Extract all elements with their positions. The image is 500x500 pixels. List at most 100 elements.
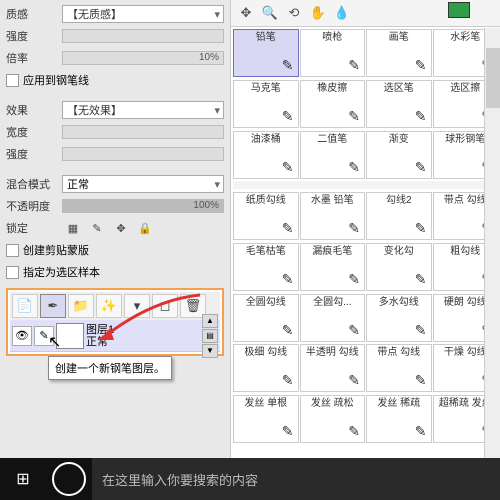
brush-item[interactable]: 二值笔 ✎ — [300, 131, 366, 179]
blend-select[interactable]: 正常 — [62, 175, 224, 193]
lock-alpha-icon[interactable]: ▦ — [66, 221, 80, 235]
brush-name: 漏痕毛笔 — [312, 246, 352, 257]
brush-item[interactable]: 选区笔✎ — [366, 80, 432, 128]
new-folder-button[interactable]: 📁 — [68, 294, 94, 318]
brush-item[interactable]: 发丝 疏松 ✎ — [300, 395, 366, 443]
layer-info: 图层1 正常 — [86, 324, 200, 348]
zoom-tool-icon[interactable]: 🔍 — [261, 4, 279, 22]
lock-label: 锁定 — [6, 220, 58, 236]
brush-item[interactable]: 带点 勾线✎ — [366, 344, 432, 392]
new-pen-layer-button[interactable]: ✒ — [40, 294, 66, 318]
brush-name: 发丝 疏松 — [311, 398, 354, 409]
layer-mode: 正常 — [86, 336, 200, 348]
layer-menu-button[interactable]: ▤ — [202, 329, 218, 343]
effect-select[interactable]: 【无效果】 — [62, 101, 224, 119]
move-tool-icon[interactable]: ✥ — [237, 4, 255, 22]
layers-panel: 📄 ✒ 📁 ✨ ▾ ◻ 🗑 👁 ✎ 图层1 正常 — [6, 288, 224, 356]
opacity-slider[interactable]: 100% — [62, 199, 224, 213]
texture-select[interactable]: 【无质感】 — [62, 5, 224, 23]
brush-name: 干燥 勾线 — [444, 347, 487, 358]
layer-mask-button[interactable]: ✨ — [96, 294, 122, 318]
brush-item[interactable]: 漏痕毛笔✎ — [300, 243, 366, 291]
rotate-tool-icon[interactable]: ⟲ — [285, 4, 303, 22]
brush-item[interactable]: 极细 勾线✎ — [233, 344, 299, 392]
brush-name: 发丝 单根 — [244, 398, 287, 409]
clear-button[interactable]: ◻ — [152, 294, 178, 318]
sample-checkbox[interactable] — [6, 266, 19, 279]
search-input[interactable]: 在这里输入你要搜索的内容 — [92, 458, 500, 500]
intensity-slider[interactable] — [62, 29, 224, 43]
brush-icon: ✎ — [348, 322, 360, 339]
brush-item[interactable]: 多水勾线✎ — [366, 294, 432, 342]
layer-down-button[interactable]: ▼ — [202, 344, 218, 358]
scrollbar[interactable] — [484, 28, 500, 458]
brush-item[interactable]: 发丝 稀疏✎ — [366, 395, 432, 443]
brush-name: 勾线2 — [386, 195, 412, 206]
layer-row[interactable]: 👁 ✎ 图层1 正常 ▲ ▤ ▼ — [10, 320, 220, 352]
brush-name: 画笔 — [389, 32, 409, 43]
layer-up-button[interactable]: ▲ — [202, 314, 218, 328]
brush-name: 二值笔 — [317, 134, 347, 145]
hand-tool-icon[interactable]: ✋ — [309, 4, 327, 22]
lock-move-icon[interactable]: ✥ — [114, 221, 128, 235]
brush-icon: ✎ — [415, 57, 427, 74]
clip-checkbox[interactable] — [6, 244, 19, 257]
brush-icon: ✎ — [348, 159, 360, 176]
brush-icon: ✎ — [415, 423, 427, 440]
layer-name: 图层1 — [86, 324, 200, 336]
brush-item[interactable]: 半透明 勾线✎ — [300, 344, 366, 392]
intensity2-slider[interactable] — [62, 147, 224, 161]
brush-name: 硬朗 勾线 — [444, 297, 487, 308]
lock-all-icon[interactable]: 🔒 — [138, 221, 152, 235]
brush-name: 铅笔 — [256, 32, 276, 43]
eyedropper-icon[interactable]: 💧 — [333, 4, 351, 22]
start-button[interactable]: ⊞ — [0, 458, 46, 500]
brush-item[interactable]: 勾线2✎ — [366, 192, 432, 240]
brush-item[interactable]: 画笔 ✎ — [366, 29, 432, 77]
edit-toggle[interactable]: ✎ — [34, 326, 54, 346]
brush-item[interactable]: 毛笔枯笔✎ — [233, 243, 299, 291]
brush-item[interactable]: 全圆勾...✎ — [300, 294, 366, 342]
taskbar: ⊞ 在这里输入你要搜索的内容 — [0, 458, 500, 500]
brush-icon: ✎ — [282, 108, 294, 125]
color-swatch[interactable] — [448, 2, 470, 18]
clip-label: 创建剪贴蒙版 — [23, 242, 89, 258]
brush-item[interactable]: 渐变 ✎ — [366, 131, 432, 179]
brush-name: 渐变 — [389, 134, 409, 145]
visibility-toggle[interactable]: 👁 — [12, 326, 32, 346]
opacity-label: 不透明度 — [6, 198, 58, 214]
brush-name: 多水勾线 — [379, 297, 419, 308]
brush-name: 球形钢笔 — [445, 134, 485, 145]
sample-label: 指定为选区样本 — [23, 264, 100, 280]
brush-name: 橡皮擦 — [317, 83, 347, 94]
brush-item[interactable]: 全圆勾线✎ — [233, 294, 299, 342]
ratio-value: 10% — [199, 52, 219, 63]
brush-icon: ✎ — [348, 423, 360, 440]
apply-pen-checkbox[interactable] — [6, 74, 19, 87]
brush-item[interactable]: 铅笔✎ — [233, 29, 299, 77]
merge-button[interactable]: ▾ — [124, 294, 150, 318]
brush-item[interactable]: 发丝 单根 ✎ — [233, 395, 299, 443]
brush-icon: ✎ — [282, 423, 294, 440]
brush-item[interactable]: 水墨 铅笔✎ — [300, 192, 366, 240]
brush-item[interactable]: 橡皮擦✎ — [300, 80, 366, 128]
brush-icon: ✎ — [282, 220, 294, 237]
new-layer-button[interactable]: 📄 — [12, 294, 38, 318]
width-slider[interactable] — [62, 125, 224, 139]
effect-label: 效果 — [6, 102, 58, 118]
brush-icon: ✎ — [415, 159, 427, 176]
brush-item[interactable]: 马克笔✎ — [233, 80, 299, 128]
brush-icon: ✎ — [282, 322, 294, 339]
opacity-value: 100% — [193, 200, 219, 211]
brush-item[interactable]: 变化勾✎ — [366, 243, 432, 291]
brush-item[interactable]: 喷枪✎ — [300, 29, 366, 77]
lock-paint-icon[interactable]: ✎ — [90, 221, 104, 235]
ratio-slider[interactable]: 10% — [62, 51, 224, 65]
brush-name: 带点 勾线 — [377, 347, 420, 358]
brush-item[interactable]: 纸质勾线✎ — [233, 192, 299, 240]
intensity2-label: 强度 — [6, 146, 58, 162]
brush-item[interactable]: 油漆桶✎ — [233, 131, 299, 179]
layer-thumbnail[interactable] — [56, 323, 84, 349]
cortana-button[interactable] — [52, 462, 86, 496]
scrollbar-thumb[interactable] — [486, 48, 500, 108]
